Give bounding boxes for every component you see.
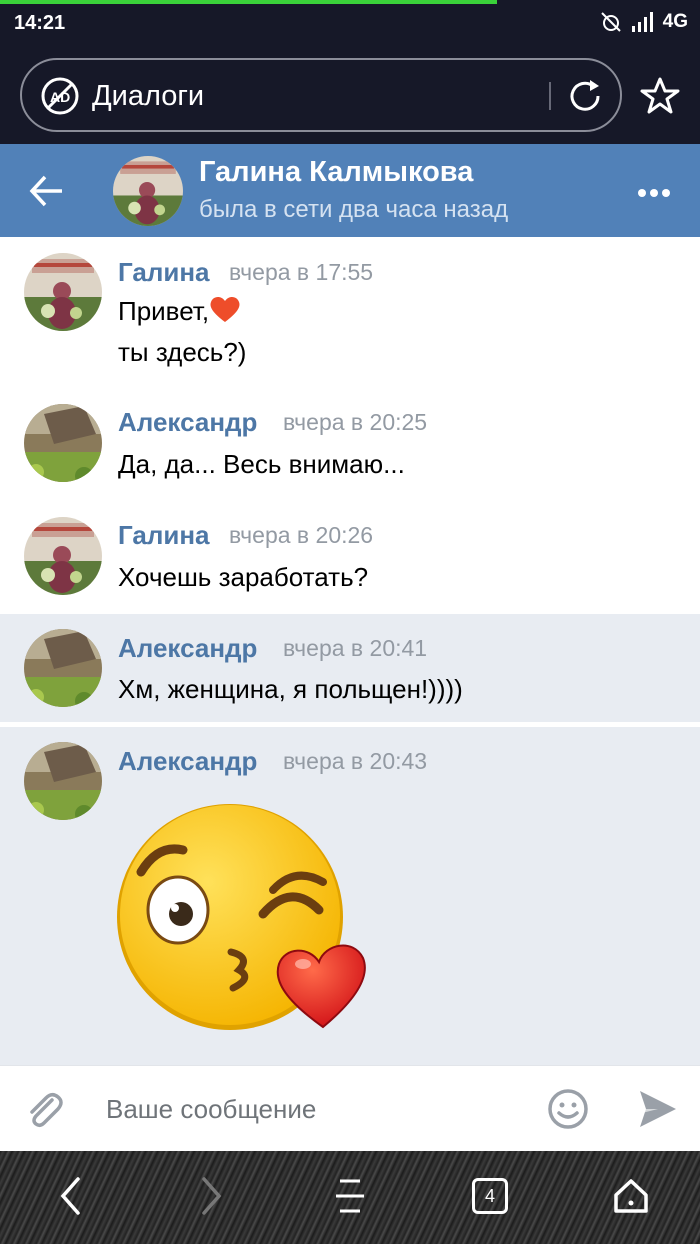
- status-bar: 14:21 4G: [0, 0, 700, 46]
- browser-navigation-bar: 4: [0, 1151, 700, 1244]
- message-line: ты здесь?): [118, 337, 247, 367]
- message-author[interactable]: Галина: [118, 257, 210, 288]
- message-author[interactable]: Александр: [118, 633, 257, 664]
- contact-avatar[interactable]: [113, 156, 183, 226]
- adblock-icon[interactable]: AD: [40, 76, 80, 116]
- message-item[interactable]: Галина вчера в 17:55 Привет, ты здесь?): [0, 237, 700, 387]
- message-time: вчера в 20:26: [229, 522, 374, 548]
- address-bar[interactable]: AD Диалоги: [20, 58, 622, 132]
- message-text: Хм, женщина, я польщен!)))): [118, 674, 463, 704]
- message-input[interactable]: Ваше сообщение: [106, 1094, 316, 1125]
- reload-icon[interactable]: [565, 76, 605, 116]
- message-item[interactable]: Галина вчера в 20:26 Хочешь заработать?: [0, 500, 700, 613]
- message-time: вчера в 20:43: [283, 748, 428, 774]
- avatar-aleksandr[interactable]: [24, 404, 102, 482]
- network-type: 4G: [662, 11, 688, 32]
- tabs-counter-button[interactable]: 4: [472, 1178, 508, 1214]
- svg-text:AD: AD: [50, 89, 70, 105]
- message-text: Да, да... Весь внимаю...: [118, 449, 405, 479]
- message-item-selected[interactable]: Александр вчера в 20:43: [0, 727, 700, 1065]
- status-time: 14:21: [14, 12, 66, 34]
- send-arrow-icon[interactable]: [638, 1088, 678, 1130]
- avatar-aleksandr[interactable]: [24, 629, 102, 707]
- message-time: вчера в 20:41: [283, 635, 428, 661]
- message-time: вчера в 17:55: [229, 259, 374, 285]
- address-title: Диалоги: [92, 80, 205, 112]
- message-composer: Ваше сообщение: [0, 1065, 700, 1151]
- home-icon[interactable]: [612, 1175, 650, 1217]
- address-divider: [549, 82, 551, 110]
- signal-icon: [631, 12, 653, 32]
- menu-icon[interactable]: [334, 1175, 366, 1217]
- emoji-smile-icon[interactable]: [547, 1088, 589, 1130]
- forward-icon[interactable]: [198, 1175, 224, 1217]
- message-text: Хочешь заработать?: [118, 562, 369, 592]
- avatar-galina[interactable]: [24, 253, 102, 331]
- more-options-icon[interactable]: [637, 188, 671, 198]
- message-text: Привет, ты здесь?): [118, 291, 246, 373]
- avatar-aleksandr[interactable]: [24, 742, 102, 820]
- message-item[interactable]: Александр вчера в 20:25 Да, да... Весь в…: [0, 387, 700, 500]
- message-list[interactable]: Галина вчера в 17:55 Привет, ты здесь?) …: [0, 237, 700, 1065]
- avatar-galina[interactable]: [24, 517, 102, 595]
- heart-emoji-icon: [210, 296, 240, 322]
- bookmark-star-icon[interactable]: [640, 76, 680, 116]
- kiss-wink-heart-sticker-icon[interactable]: [113, 802, 373, 1032]
- alarm-off-icon: [600, 12, 621, 32]
- status-icons: 4G: [599, 10, 688, 34]
- message-author[interactable]: Галина: [118, 520, 210, 551]
- back-icon[interactable]: [58, 1175, 84, 1217]
- attach-paperclip-icon[interactable]: [22, 1088, 66, 1132]
- page-load-progress: [0, 0, 497, 4]
- message-line: Привет,: [118, 296, 210, 326]
- tabs-count: 4: [484, 1186, 495, 1206]
- back-arrow-icon[interactable]: [28, 172, 66, 210]
- contact-status: была в сети два часа назад: [199, 196, 509, 223]
- browser-toolbar: AD Диалоги: [0, 46, 700, 144]
- message-item-selected[interactable]: Александр вчера в 20:41 Хм, женщина, я п…: [0, 614, 700, 722]
- message-author[interactable]: Александр: [118, 407, 257, 438]
- chat-header: Галина Калмыкова была в сети два часа на…: [0, 144, 700, 237]
- contact-name: Галина Калмыкова: [199, 156, 474, 188]
- message-author[interactable]: Александр: [118, 746, 257, 777]
- message-time: вчера в 20:25: [283, 409, 428, 435]
